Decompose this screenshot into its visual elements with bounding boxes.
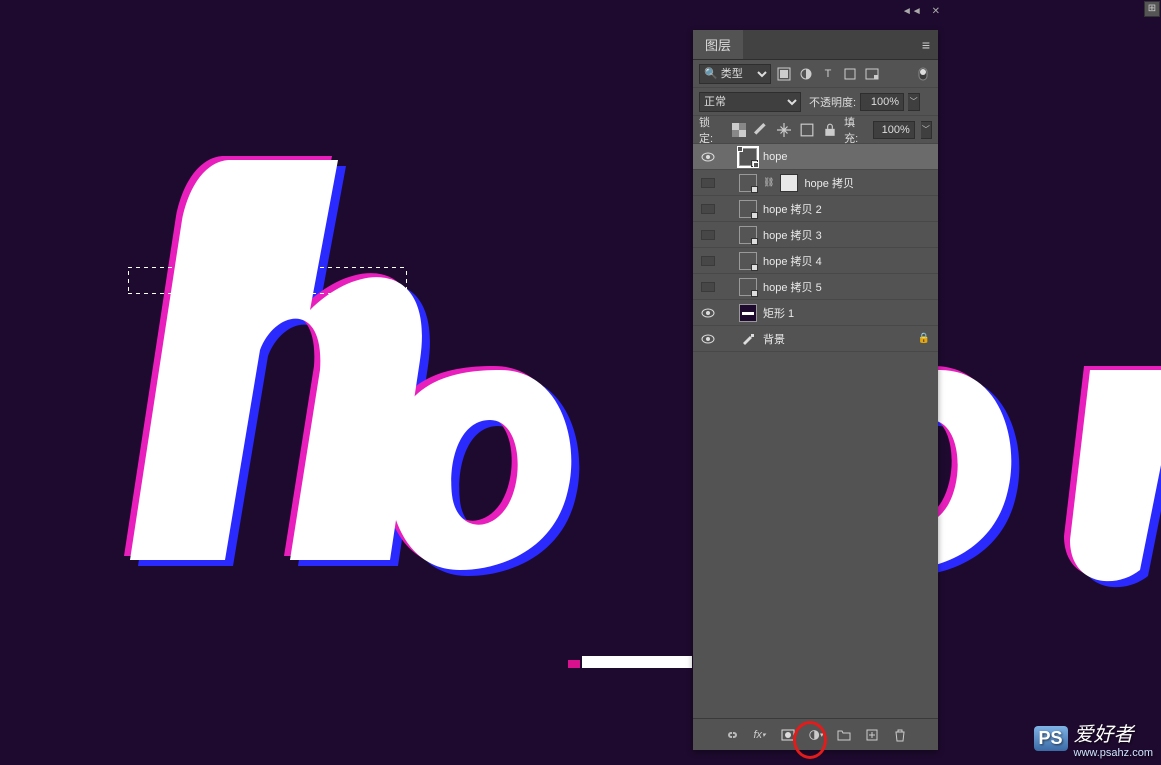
filter-shape-icon[interactable]: [841, 65, 859, 83]
panel-tabs: 图层 ≡: [693, 30, 938, 60]
layer-row[interactable]: ⛓ hope 拷贝: [693, 170, 938, 196]
watermark-badge: PS: [1034, 726, 1068, 751]
layers-list: hope ⛓ hope 拷贝 hope 拷贝 2 hope 拷贝 3 hope 拷贝 4 h…: [693, 144, 938, 718]
fill-chevron-icon[interactable]: ﹀: [921, 121, 932, 139]
fill-label: 填充:: [844, 114, 867, 146]
layers-panel: ◄◄ ✕ 图层 ≡ 🔍 类型 T 正常 不透明度: 100% ﹀ 锁定: 填充:…: [693, 30, 938, 750]
visibility-toggle[interactable]: [699, 204, 717, 214]
canvas-artwork: [90, 140, 1161, 640]
visibility-empty-icon: [701, 256, 715, 266]
new-group-icon[interactable]: [836, 727, 852, 743]
layer-fx-icon[interactable]: fx▾: [752, 727, 768, 743]
visibility-toggle[interactable]: [699, 152, 717, 162]
underline-shape: [582, 656, 692, 668]
layer-row[interactable]: hope 拷贝 4: [693, 248, 938, 274]
watermark: PS 爱好者 www.psahz.com: [1034, 718, 1154, 759]
lock-transparency-icon[interactable]: [730, 121, 747, 139]
panel-close-icon[interactable]: ✕: [932, 6, 940, 17]
properties-collapsed-icon[interactable]: ⊞: [1144, 1, 1160, 17]
layer-name: hope 拷贝: [804, 175, 854, 191]
visibility-toggle[interactable]: [699, 256, 717, 266]
layer-name: 背景: [763, 331, 785, 347]
layer-filter-row: 🔍 类型 T: [693, 60, 938, 88]
layer-name: hope 拷贝 3: [763, 227, 822, 243]
layer-thumb-shape-icon: [739, 304, 757, 322]
visibility-toggle[interactable]: [699, 308, 717, 318]
filter-pixel-icon[interactable]: [775, 65, 793, 83]
layer-thumb-smart-icon: [739, 174, 757, 192]
add-mask-icon[interactable]: [780, 727, 796, 743]
visibility-empty-icon: [701, 204, 715, 214]
delete-layer-icon[interactable]: [892, 727, 908, 743]
lock-all-icon[interactable]: [821, 121, 838, 139]
layer-thumb-smart-icon: [739, 226, 757, 244]
layer-name: hope: [763, 151, 787, 163]
visibility-empty-icon: [701, 282, 715, 292]
filter-type-select[interactable]: 🔍 类型: [699, 64, 771, 84]
visibility-toggle[interactable]: [699, 282, 717, 292]
layer-thumb-brush-icon: [739, 330, 757, 348]
lock-pixels-icon[interactable]: [753, 121, 770, 139]
visibility-toggle[interactable]: [699, 334, 717, 344]
new-layer-icon[interactable]: [864, 727, 880, 743]
blend-mode-row: 正常 不透明度: 100% ﹀: [693, 88, 938, 116]
layer-thumb-smart-icon: [739, 200, 757, 218]
layer-thumb-smart-icon: [739, 148, 757, 166]
lock-artboard-icon[interactable]: [799, 121, 816, 139]
panel-collapse-icon[interactable]: ◄◄: [902, 6, 922, 17]
filter-toggle-switch[interactable]: [914, 65, 932, 83]
panel-footer: fx▾ ▾: [693, 718, 938, 750]
panel-menu-icon[interactable]: ≡: [914, 37, 938, 53]
filter-text-icon[interactable]: T: [819, 65, 837, 83]
layer-name: 矩形 1: [763, 305, 794, 321]
blend-mode-select[interactable]: 正常: [699, 92, 801, 112]
filter-smart-icon[interactable]: [863, 65, 881, 83]
layer-name: hope 拷贝 4: [763, 253, 822, 269]
adjustment-layer-icon[interactable]: ▾: [808, 727, 824, 743]
eye-icon: [701, 152, 715, 162]
lock-label: 锁定:: [699, 114, 722, 146]
visibility-toggle[interactable]: [699, 230, 717, 240]
watermark-url: www.psahz.com: [1074, 747, 1153, 759]
layer-name: hope 拷贝 5: [763, 279, 822, 295]
lock-icon: 🔒: [918, 333, 930, 344]
layer-row[interactable]: hope 拷贝 3: [693, 222, 938, 248]
opacity-value[interactable]: 100%: [860, 93, 904, 111]
visibility-empty-icon: [701, 178, 715, 188]
fill-value[interactable]: 100%: [873, 121, 914, 139]
layer-name: hope 拷贝 2: [763, 201, 822, 217]
eye-icon: [701, 308, 715, 318]
layer-row[interactable]: 矩形 1: [693, 300, 938, 326]
layer-row[interactable]: hope 拷贝 2: [693, 196, 938, 222]
link-layers-icon[interactable]: [724, 727, 740, 743]
opacity-label: 不透明度:: [809, 94, 856, 110]
opacity-chevron-icon[interactable]: ﹀: [908, 93, 920, 111]
lock-position-icon[interactable]: [776, 121, 793, 139]
filter-adjust-icon[interactable]: [797, 65, 815, 83]
layer-row[interactable]: hope 拷贝 5: [693, 274, 938, 300]
layer-mask-thumb: [780, 174, 798, 192]
tab-layers[interactable]: 图层: [693, 30, 743, 59]
watermark-title: 爱好者: [1074, 724, 1134, 746]
selection-marquee[interactable]: [128, 267, 407, 294]
layer-row[interactable]: 背景 🔒: [693, 326, 938, 352]
lock-row: 锁定: 填充: 100% ﹀: [693, 116, 938, 144]
visibility-empty-icon: [701, 230, 715, 240]
visibility-toggle[interactable]: [699, 178, 717, 188]
layer-thumb-smart-icon: [739, 252, 757, 270]
eye-icon: [701, 334, 715, 344]
link-icon: ⛓: [763, 177, 774, 188]
layer-thumb-smart-icon: [739, 278, 757, 296]
layer-row[interactable]: hope: [693, 144, 938, 170]
